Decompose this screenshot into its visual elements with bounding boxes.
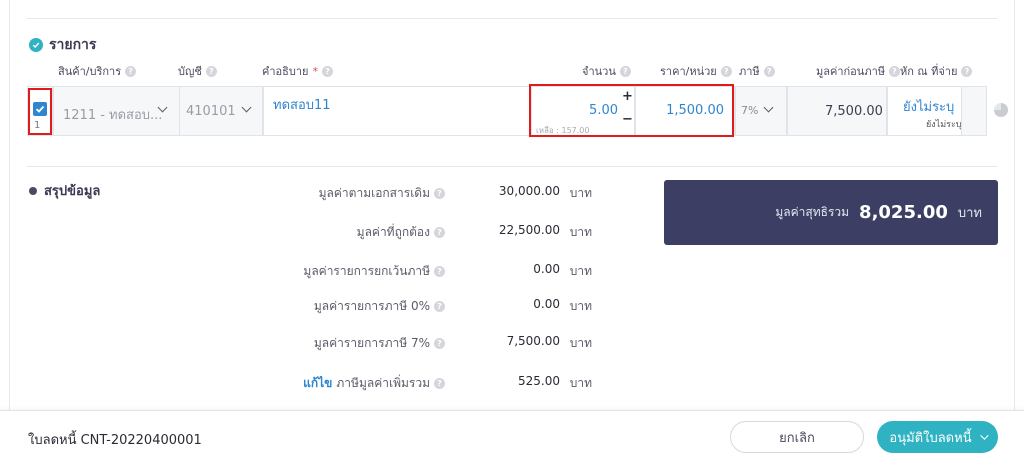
summary-row-original-value: มูลค่าตามเอกสารเดิม? 30,000.00 บาท [240,184,600,204]
column-header-description: คำอธิบาย *? [262,62,333,80]
summary-label: มูลค่าตามเอกสารเดิม? [319,184,445,203]
summary-label-text: มูลค่ารายการภาษี 7% [313,336,430,350]
summary-row-vat-total: แก้ไข ภาษีมูลค่าเพิ่มรวม? 525.00 บาท [240,374,600,394]
help-icon[interactable]: ? [889,65,900,77]
edit-vat-link[interactable]: แก้ไข [303,374,332,393]
column-label: ภาษี [739,65,760,78]
column-header-unit-price: ราคา/หน่วย? [660,62,732,80]
summary-value: 525.00 [518,374,560,388]
summary-value: 7,500.00 [506,334,560,348]
help-icon[interactable]: ? [434,227,445,238]
column-label: จำนวน [582,65,616,78]
summary-label-text: มูลค่าตามเอกสารเดิม [318,186,430,200]
approve-button-label: อนุมัติใบลดหนี้ [889,430,972,446]
column-label: หัก ณ ที่จ่าย [900,65,958,78]
column-label: คำอธิบาย [262,65,309,78]
column-header-product: สินค้า/บริการ? [58,62,137,80]
help-icon[interactable]: ? [434,378,445,389]
column-label: สินค้า/บริการ [58,65,122,78]
summary-row-tax-7: มูลค่ารายการภาษี 7%? 7,500.00 บาท [240,334,600,354]
summary-label-text: ภาษีมูลค่าเพิ่มรวม [336,376,430,390]
pie-chart-icon[interactable] [994,103,1008,117]
summary-label-text: มูลค่ารายการยกเว้นภาษี [303,264,430,278]
column-header-tax: ภาษี? [739,62,775,80]
column-label: ราคา/หน่วย [660,65,717,78]
help-icon[interactable]: ? [434,266,445,277]
account-value: 410101 [186,104,236,119]
summary-label-text: มูลค่าที่ถูกต้อง [356,225,430,239]
summary-label: มูลค่ารายการยกเว้นภาษี? [303,262,445,281]
summary-value: 30,000.00 [498,184,560,198]
summary-value: 0.00 [533,297,560,311]
top-divider [27,18,997,19]
help-icon[interactable]: ? [763,65,775,77]
summary-row-correct-value: มูลค่าที่ถูกต้อง? 22,500.00 บาท [240,223,600,243]
summary-unit: บาท [569,299,592,313]
net-total-unit: บาท [957,206,982,221]
summary-unit: บาท [569,225,592,239]
net-total-label: มูลค่าสุทธิรวม [775,205,850,219]
withholding-link[interactable]: ยังไม่ระบุ [903,96,954,117]
column-header-account: บัญชี? [178,62,217,80]
summary-label: แก้ไข ภาษีมูลค่าเพิ่มรวม? [303,374,445,393]
summary-row-tax-0: มูลค่ารายการภาษี 0%? 0.00 บาท [240,297,600,317]
help-icon[interactable]: ? [321,65,333,77]
summary-row-exempt: มูลค่ารายการยกเว้นภาษี? 0.00 บาท [240,262,600,282]
required-mark: * [312,64,318,78]
tax-value: 7% [741,104,759,117]
left-border [9,0,10,410]
items-section-header: รายการ [29,34,96,56]
help-icon[interactable]: ? [961,65,973,77]
summary-header: สรุปข้อมูล [29,180,100,201]
net-total-value: 8,025.00 [859,202,948,223]
credit-note-form: รายการ สินค้า/บริการ? บัญชี? คำอธิบาย *? … [0,0,1024,462]
summary-label-text: มูลค่ารายการภาษี 0% [313,299,430,313]
summary-unit: บาท [569,264,592,278]
check-circle-icon [29,38,43,52]
approve-credit-note-button[interactable]: อนุมัติใบลดหนี้ [877,421,998,453]
right-border [1014,0,1015,410]
help-icon[interactable]: ? [434,188,445,199]
section-divider [27,166,997,167]
summary-value: 22,500.00 [498,223,560,237]
help-icon[interactable]: ? [125,65,137,77]
help-icon[interactable]: ? [720,65,732,77]
withholding-sublabel: ยังไม่ระบุ [926,120,962,130]
document-number: ใบลดหนี้ CNT-20220400001 [28,433,202,448]
column-label: บัญชี [178,65,202,78]
chevron-down-icon [979,431,989,440]
column-header-withholding: หัก ณ ที่จ่าย? [900,62,973,80]
description-value: ทดสอบ11 [273,98,331,113]
net-total-panel: มูลค่าสุทธิรวม 8,025.00 บาท [664,180,998,245]
highlight-checkbox [28,88,52,135]
cancel-button[interactable]: ยกเลิก [730,421,864,453]
column-header-pre-tax-value: มูลค่าก่อนภาษี? [816,62,900,80]
footer-bar: ใบลดหนี้ CNT-20220400001 ยกเลิก อนุมัติใ… [0,410,1024,462]
pre-tax-value: 7,500.00 [825,104,883,119]
summary-label: มูลค่ารายการภาษี 7%? [314,334,445,353]
help-icon[interactable]: ? [619,65,631,77]
summary-value: 0.00 [533,262,560,276]
help-icon[interactable]: ? [434,301,445,312]
summary-label: มูลค่ารายการภาษี 0%? [314,297,445,316]
bullet-icon [29,186,37,195]
product-value: 1211 - ทดสอบ... [63,108,163,123]
highlight-quantity-price [529,84,734,137]
row-actions-cell [961,86,987,136]
summary-unit: บาท [569,186,592,200]
column-label: มูลค่าก่อนภาษี [816,65,885,78]
summary-unit: บาท [569,376,592,390]
help-icon[interactable]: ? [434,338,445,349]
summary-label: มูลค่าที่ถูกต้อง? [357,223,445,242]
column-header-quantity: จำนวน? [582,62,631,80]
summary-unit: บาท [569,336,592,350]
items-section-title: รายการ [49,37,97,53]
summary-title: สรุปข้อมูล [44,184,101,199]
help-icon[interactable]: ? [205,65,217,77]
